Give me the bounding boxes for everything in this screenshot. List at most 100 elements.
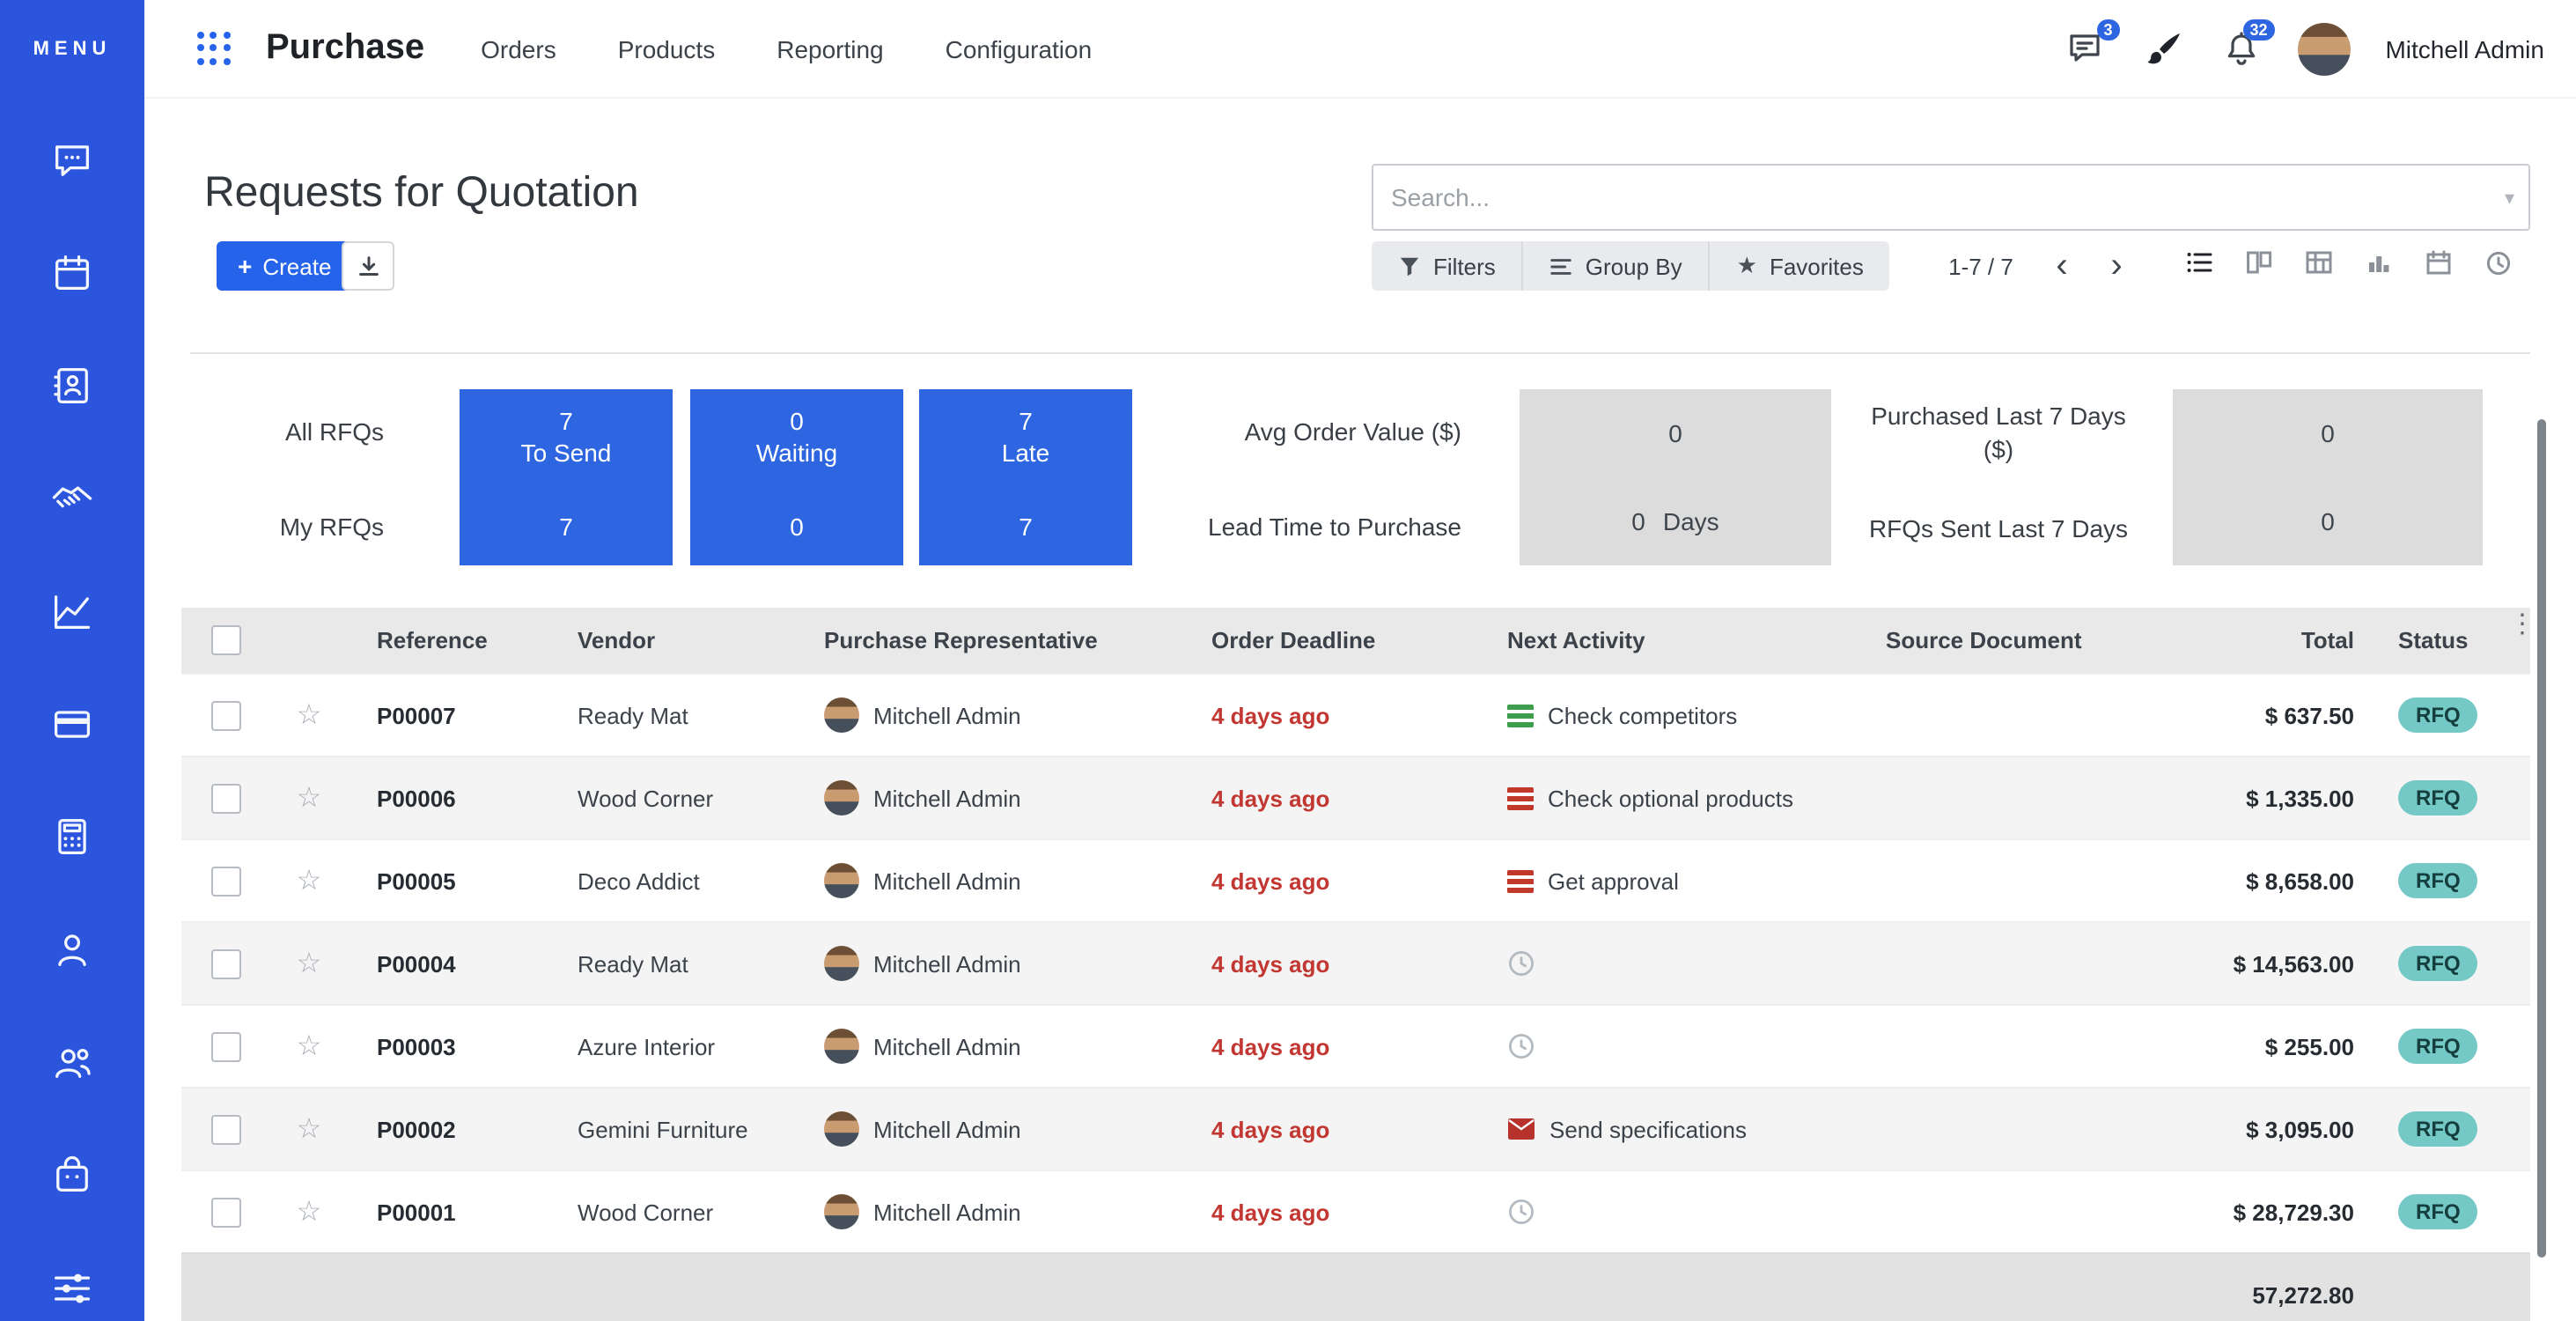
paintbrush-icon[interactable] [2142, 27, 2184, 70]
search-dropdown-icon[interactable]: ▾ [2505, 186, 2528, 209]
activity-view-icon[interactable] [2484, 248, 2513, 277]
user-icon[interactable] [49, 926, 95, 972]
avg-order-value-label: Avg Order Value ($) [1074, 417, 1461, 446]
favorite-star-icon[interactable]: ☆ [269, 1111, 349, 1147]
header-status[interactable]: Status [2372, 627, 2530, 653]
bag-icon[interactable] [49, 1152, 95, 1198]
nav-reporting[interactable]: Reporting [769, 24, 890, 73]
activity-clock-icon[interactable] [1507, 1198, 1535, 1226]
favorite-star-icon[interactable]: ☆ [269, 863, 349, 898]
activity-label: Check competitors [1548, 702, 1737, 728]
header-source[interactable]: Source Document [1858, 627, 2206, 653]
rfq-total: $ 8,658.00 [2206, 867, 2372, 894]
table-row[interactable]: ☆ P00002 Gemini Furniture Mitchell Admin… [181, 1087, 2530, 1170]
row-checkbox[interactable] [211, 1031, 241, 1061]
row-checkbox[interactable] [211, 783, 241, 813]
filters-button[interactable]: Filters [1372, 241, 1524, 291]
table-row[interactable]: ☆ P00003 Azure Interior Mitchell Admin 4… [181, 1004, 2530, 1087]
chart-icon[interactable] [49, 588, 95, 634]
status-badge: RFQ [2398, 863, 2478, 898]
favorites-button[interactable]: ★ Favorites [1711, 241, 1890, 291]
create-button[interactable]: + Create [217, 241, 352, 291]
apps-grid-icon[interactable] [197, 32, 231, 65]
menu-toggle[interactable]: MENU [0, 39, 144, 60]
column-options-icon[interactable]: ⋮ [2509, 611, 2536, 638]
group-by-label: Group By [1586, 253, 1682, 279]
notifications-bell-icon[interactable]: 32 [2219, 27, 2262, 70]
nav-configuration[interactable]: Configuration [938, 24, 1100, 73]
all-rfqs-filter[interactable]: All RFQs [0, 417, 384, 446]
calculator-icon[interactable] [49, 814, 95, 860]
avatar [824, 863, 859, 898]
select-all-checkbox[interactable] [211, 625, 241, 655]
table-row[interactable]: ☆ P00007 Ready Mat Mitchell Admin 4 days… [181, 673, 2530, 756]
activity-list-icon[interactable] [1507, 869, 1534, 892]
favorite-star-icon[interactable]: ☆ [269, 1194, 349, 1229]
table-row[interactable]: ☆ P00005 Deco Addict Mitchell Admin 4 da… [181, 838, 2530, 921]
status-badge: RFQ [2398, 780, 2478, 815]
header-reference[interactable]: Reference [349, 627, 549, 653]
user-avatar[interactable] [2297, 22, 2350, 75]
rfq-total: $ 28,729.30 [2206, 1199, 2372, 1225]
nav-orders[interactable]: Orders [474, 24, 563, 73]
messages-icon[interactable]: 3 [2064, 27, 2107, 70]
favorite-star-icon[interactable]: ☆ [269, 780, 349, 815]
group-by-button[interactable]: Group By [1524, 241, 1711, 291]
credit-card-icon[interactable] [49, 701, 95, 747]
funnel-icon [1398, 255, 1421, 277]
row-checkbox[interactable] [211, 1197, 241, 1227]
activity-clock-icon[interactable] [1507, 1032, 1535, 1060]
kanban-view-icon[interactable] [2245, 248, 2273, 277]
table-row[interactable]: ☆ P00001 Wood Corner Mitchell Admin 4 da… [181, 1170, 2530, 1252]
status-badge: RFQ [2398, 697, 2478, 733]
activity-envelope-icon[interactable] [1507, 1115, 1535, 1143]
row-checkbox[interactable] [211, 866, 241, 896]
header-deadline[interactable]: Order Deadline [1183, 627, 1479, 653]
calendar-view-icon[interactable] [2425, 248, 2453, 277]
list-view-icon[interactable] [2185, 248, 2213, 277]
table-footer-row: 57,272.80 [181, 1252, 2530, 1321]
activity-list-icon[interactable] [1507, 786, 1534, 809]
favorite-star-icon[interactable]: ☆ [269, 946, 349, 981]
sliders-icon[interactable] [49, 1265, 95, 1310]
scrollbar[interactable] [2537, 419, 2546, 1258]
search-input[interactable] [1373, 183, 2505, 211]
header-activity[interactable]: Next Activity [1479, 627, 1858, 653]
activity-clock-icon[interactable] [1507, 949, 1535, 978]
rfq-total: $ 14,563.00 [2206, 950, 2372, 977]
rep-name: Mitchell Admin [873, 702, 1021, 728]
table-row[interactable]: ☆ P00006 Wood Corner Mitchell Admin 4 da… [181, 756, 2530, 838]
header-rep[interactable]: Purchase Representative [796, 627, 1183, 653]
tile-waiting[interactable]: 0 Waiting 0 [690, 389, 903, 565]
nav-products[interactable]: Products [611, 24, 723, 73]
favorite-star-icon[interactable]: ☆ [269, 697, 349, 733]
header-total[interactable]: Total [2206, 627, 2372, 653]
row-checkbox[interactable] [211, 948, 241, 978]
purchased-last-7-days-label: Purchased Last 7 Days ($) [1866, 400, 2131, 467]
my-rfqs-filter[interactable]: My RFQs [0, 513, 384, 541]
favorite-star-icon[interactable]: ☆ [269, 1029, 349, 1064]
page-title: Requests for Quotation [204, 169, 639, 218]
table-row[interactable]: ☆ P00004 Ready Mat Mitchell Admin 4 days… [181, 921, 2530, 1004]
users-icon[interactable] [49, 1039, 95, 1085]
header-vendor[interactable]: Vendor [549, 627, 796, 653]
row-checkbox[interactable] [211, 1114, 241, 1144]
row-checkbox[interactable] [211, 700, 241, 730]
rep-name: Mitchell Admin [873, 1033, 1021, 1059]
pager-previous-button[interactable]: ‹ [2039, 241, 2085, 291]
pager-next-button[interactable]: › [2094, 241, 2139, 291]
chat-icon[interactable] [49, 137, 95, 183]
tile-to-send[interactable]: 7 To Send 7 [460, 389, 673, 565]
graph-view-icon[interactable] [2365, 248, 2393, 277]
status-badge: RFQ [2398, 1194, 2478, 1229]
user-menu[interactable]: Mitchell Admin [2385, 34, 2544, 63]
pivot-view-icon[interactable] [2305, 248, 2333, 277]
filters-label: Filters [1433, 253, 1496, 279]
rep-name: Mitchell Admin [873, 785, 1021, 811]
calendar-icon[interactable] [49, 250, 95, 296]
rfq-reference: P00002 [349, 1116, 549, 1142]
order-deadline: 4 days ago [1183, 702, 1479, 728]
export-button[interactable] [342, 241, 394, 291]
contacts-icon[interactable] [49, 363, 95, 409]
activity-list-icon[interactable] [1507, 704, 1534, 727]
